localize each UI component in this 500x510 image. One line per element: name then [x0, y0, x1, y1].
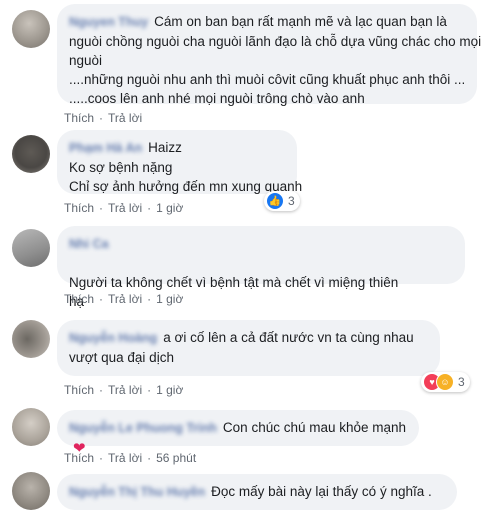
reaction-summary[interactable]: ♥ ☺ 3: [421, 372, 470, 392]
reaction-count: 3: [288, 194, 295, 208]
separator-dot: ·: [147, 201, 152, 215]
separator-dot: ·: [99, 383, 104, 397]
commenter-name[interactable]: Nguyễn Le Phuong Trinh: [69, 419, 217, 438]
comment-time[interactable]: 1 giờ: [156, 292, 183, 306]
comment-line: ....những nguòi nhu anh thì muòi côvit c…: [69, 72, 466, 87]
separator-dot: ·: [99, 201, 104, 215]
comment-line: nguòi: [69, 53, 103, 68]
comment-line: Con chúc chú mau khỏe mạnh: [222, 420, 407, 435]
comment-actions: Thích · Trả lời · 1 giờ: [64, 292, 183, 306]
like-link[interactable]: Thích: [64, 451, 94, 465]
comment-time[interactable]: 56 phút: [156, 451, 196, 465]
commenter-name[interactable]: Nguyen Thuy: [69, 13, 148, 32]
comment-bubble: Nguyen Thuy Cám on ban bạn rất mạnh mẽ và…: [57, 4, 481, 106]
comment-line: Haizz: [148, 140, 182, 155]
comment-bubble: Nguyễn Hoàng a ơi cố lên a cả đất nước vn…: [57, 320, 440, 376]
comment-line: .....coos lên anh nhé mọi nguòi trông ch…: [69, 91, 365, 106]
comment-actions: Thích · Trả lời · 56 phút: [64, 451, 196, 465]
reply-link[interactable]: Trả lời: [108, 383, 142, 397]
reaction-count: 3: [458, 375, 465, 389]
reaction-summary[interactable]: 👍 3: [264, 191, 300, 211]
commenter-name[interactable]: Phạm Hà An: [69, 139, 142, 158]
separator-dot: ·: [99, 111, 104, 125]
care-reaction-icon: ☺: [436, 373, 454, 391]
avatar[interactable]: [12, 135, 50, 173]
avatar[interactable]: [12, 320, 50, 358]
comment-time[interactable]: 1 giờ: [156, 383, 183, 397]
avatar[interactable]: [12, 472, 50, 510]
avatar[interactable]: [12, 10, 50, 48]
separator-dot: ·: [99, 451, 104, 465]
like-link[interactable]: Thích: [64, 201, 94, 215]
separator-dot: ·: [147, 383, 152, 397]
reply-link[interactable]: Trả lời: [108, 451, 142, 465]
commenter-name[interactable]: Nhi Ca: [69, 235, 109, 254]
comment-line: vượt qua đại dịch: [69, 350, 174, 365]
separator-dot: ·: [99, 292, 104, 306]
comment-actions: Thích · Trả lời: [64, 111, 142, 125]
comment-actions: Thích · Trả lời · 1 giờ: [64, 383, 183, 397]
comment-bubble: Nhi Ca Người ta không chết vì bệnh tật m…: [57, 226, 465, 309]
comment-time[interactable]: 1 giờ: [156, 201, 183, 215]
like-link[interactable]: Thích: [64, 292, 94, 306]
comment-bubble: Nguyễn Thị Thu Huyền Đọc mấy bài này lại …: [57, 474, 457, 510]
like-link[interactable]: Thích: [64, 111, 94, 125]
like-link[interactable]: Thích: [64, 383, 94, 397]
commenter-name[interactable]: Nguyễn Thị Thu Huyền: [69, 483, 205, 502]
comment-line: nguòi chồng nguòi cha nguòi lãnh đạo là …: [69, 34, 482, 49]
reply-link[interactable]: Trả lời: [108, 111, 142, 125]
comment-line: Cám on ban bạn rất mạnh mẽ và lạc quan b…: [154, 14, 447, 29]
commenter-name[interactable]: Nguyễn Hoàng: [69, 329, 157, 348]
avatar[interactable]: [12, 229, 50, 267]
comment-line: Người ta không chết vì bệnh tật mà chết …: [69, 275, 399, 290]
comment-line: Ko sợ bệnh nặng: [69, 160, 173, 175]
comment-line: Đọc mấy bài này lại thấy có ý nghĩa .: [211, 484, 432, 499]
comment-line: Chỉ sợ ảnh hưởng đến mn xung quanh: [69, 179, 303, 194]
separator-dot: ·: [147, 292, 152, 306]
separator-dot: ·: [147, 451, 152, 465]
avatar[interactable]: [12, 408, 50, 446]
reply-link[interactable]: Trả lời: [108, 292, 142, 306]
reply-link[interactable]: Trả lời: [108, 201, 142, 215]
comment-bubble: Nguyễn Le Phuong Trinh Con chúc chú mau k…: [57, 410, 419, 457]
like-reaction-icon: 👍: [266, 192, 284, 210]
comment-bubble: Phạm Hà An Haizz Ko sợ bệnh nặng Chỉ sợ ả…: [57, 130, 302, 194]
comment-line: a ơi cố lên a cả đất nước vn ta cùng nha…: [163, 330, 414, 345]
comment-actions: Thích · Trả lời · 1 giờ: [64, 201, 183, 215]
